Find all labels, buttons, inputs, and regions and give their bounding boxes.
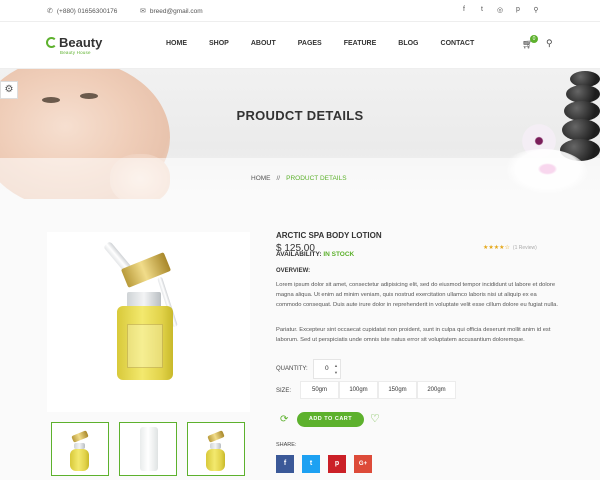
orchid-flower-image bbox=[498, 149, 588, 199]
rating-stars: ★★★★☆ bbox=[483, 245, 510, 251]
top-bar: ✆ (+880) 01656300176 ✉ breed@gmail.com f… bbox=[0, 0, 600, 22]
twitter-share-button[interactable]: t bbox=[302, 455, 320, 473]
product-section: ARCTIC SPA BODY LOTION $ 125.00 ★★★★☆ (1 … bbox=[0, 199, 600, 480]
facebook-icon[interactable]: f bbox=[460, 6, 468, 14]
envelope-icon: ✉ bbox=[140, 8, 146, 15]
share-buttons: f t p G+ bbox=[276, 455, 372, 473]
stock-status: IN STOCK bbox=[323, 251, 355, 258]
nav-contact[interactable]: CONTACT bbox=[441, 40, 475, 47]
size-option[interactable]: 150gm bbox=[378, 381, 417, 399]
review-count[interactable]: (1 Review) bbox=[513, 245, 537, 251]
phone-number: (+880) 01656300176 bbox=[56, 7, 118, 15]
nav-about[interactable]: ABOUT bbox=[251, 40, 276, 47]
model-eye bbox=[42, 97, 60, 103]
share-label: SHARE: bbox=[276, 442, 297, 448]
breadcrumb-current: PRODUCT DETAILS bbox=[286, 175, 347, 182]
breadcrumb: HOME // PRODUCT DETAILS bbox=[251, 175, 347, 182]
facebook-share-button[interactable]: f bbox=[276, 455, 294, 473]
model-eye bbox=[80, 93, 98, 99]
quantity-stepper[interactable]: 0 ▲ ▼ bbox=[313, 359, 341, 379]
email-address[interactable]: breed@gmail.com bbox=[150, 8, 203, 15]
nav-shop[interactable]: SHOP bbox=[209, 40, 229, 47]
search-icon[interactable]: ⚲ bbox=[546, 38, 553, 49]
main-nav: HOME SHOP ABOUT PAGES FEATURE BLOG CONTA… bbox=[166, 40, 496, 47]
logo-name: Beauty bbox=[59, 35, 103, 50]
dribbble-icon[interactable]: ◎ bbox=[496, 6, 504, 14]
gear-icon[interactable]: ⚙ bbox=[0, 81, 18, 99]
overview-heading: OVERVIEW: bbox=[276, 268, 311, 274]
product-rating: ★★★★☆ (1 Review) bbox=[483, 244, 537, 251]
size-options: 50gm 100gm 150gm 200gm bbox=[300, 381, 456, 399]
serum-bottle-image bbox=[103, 232, 195, 412]
stepper-arrows-icon[interactable]: ▲ ▼ bbox=[334, 362, 338, 376]
quantity-value[interactable]: 0 bbox=[325, 365, 329, 372]
logo-tagline: Beauty House bbox=[60, 50, 91, 55]
size-option[interactable]: 200gm bbox=[417, 381, 456, 399]
site-header: Beauty Beauty House HOME SHOP ABOUT PAGE… bbox=[0, 22, 600, 69]
phone-icon: ✆ bbox=[47, 8, 53, 15]
nav-pages[interactable]: PAGES bbox=[298, 40, 322, 47]
nav-home[interactable]: HOME bbox=[166, 40, 187, 47]
product-thumbnail[interactable] bbox=[187, 422, 245, 476]
product-thumbnail[interactable] bbox=[51, 422, 109, 476]
product-title: ARCTIC SPA BODY LOTION bbox=[276, 231, 382, 240]
compare-icon[interactable]: ⟳ bbox=[280, 414, 288, 425]
product-main-image[interactable] bbox=[47, 232, 250, 412]
size-option[interactable]: 50gm bbox=[300, 381, 339, 399]
top-social-links: f t ◎ p ⚲ bbox=[460, 6, 540, 14]
page-title: PROUDCT DETAILS bbox=[236, 108, 364, 123]
add-to-cart-button[interactable]: ADD TO CART bbox=[297, 412, 364, 427]
cart-count-badge: 0 bbox=[530, 35, 538, 43]
pinterest-share-button[interactable]: p bbox=[328, 455, 346, 473]
size-label: SIZE: bbox=[276, 388, 292, 394]
google-plus-share-button[interactable]: G+ bbox=[354, 455, 372, 473]
instagram-icon[interactable]: ⚲ bbox=[532, 6, 540, 14]
email-contact[interactable]: ✉ breed@gmail.com bbox=[140, 7, 203, 16]
nav-feature[interactable]: FEATURE bbox=[344, 40, 377, 47]
overview-paragraph: Pariatur. Excepteur sint occaecat cupida… bbox=[276, 327, 551, 343]
wishlist-heart-icon[interactable]: ♡ bbox=[370, 412, 380, 425]
phone-contact: ✆ (+880) 01656300176 bbox=[47, 7, 118, 16]
product-thumbnail[interactable] bbox=[119, 422, 177, 476]
quantity-label: QUANTITY: bbox=[276, 366, 308, 372]
breadcrumb-home[interactable]: HOME bbox=[251, 175, 271, 182]
leaf-logo-icon bbox=[46, 37, 57, 48]
nav-blog[interactable]: BLOG bbox=[398, 40, 418, 47]
breadcrumb-separator: // bbox=[276, 175, 281, 182]
page-banner: ⚙ PROUDCT DETAILS HOME // PRODUCT DETAILS bbox=[0, 69, 600, 199]
availability-label: AVAILABILITY: bbox=[276, 251, 322, 258]
twitter-icon[interactable]: t bbox=[478, 6, 486, 14]
overview-paragraph: Lorem ipsum dolor sit amet, consectetur … bbox=[276, 282, 558, 308]
availability: AVAILABILITY: IN STOCK bbox=[276, 251, 354, 258]
size-option[interactable]: 100gm bbox=[339, 381, 378, 399]
pinterest-icon[interactable]: p bbox=[514, 6, 522, 14]
